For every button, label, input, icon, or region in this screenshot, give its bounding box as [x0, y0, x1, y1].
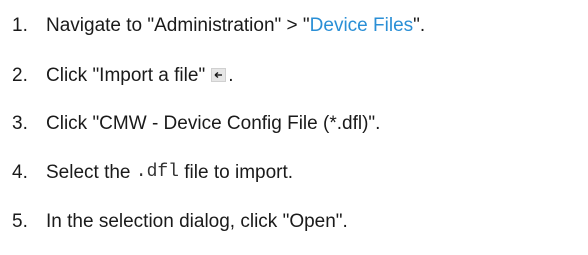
step-text: Click "Import a file" — [46, 64, 206, 86]
step-text-end: . — [228, 64, 234, 86]
step-number: 3. — [12, 112, 28, 134]
step-text: In the selection dialog, click "Open". — [46, 210, 348, 232]
file-extension-code: .dfl — [135, 162, 179, 182]
step-number: 1. — [12, 14, 28, 36]
step-text: Click "CMW - Device Config File (*.dfl)"… — [46, 112, 381, 134]
step-1: 1. Navigate to "Administration" > " Device… — [0, 10, 425, 40]
step-number: 2. — [12, 64, 28, 86]
step-4: 4. Select the .dfl file to import. — [0, 157, 293, 187]
step-text: Select the — [46, 161, 136, 183]
device-files-link[interactable]: Device Files — [310, 16, 413, 35]
step-5: 5. In the selection dialog, click "Open". — [0, 206, 348, 236]
step-2: 2. Click "Import a file". — [0, 60, 233, 90]
step-3: 3. Click "CMW - Device Config File (*.dfl… — [0, 108, 380, 138]
import-file-icon — [211, 68, 227, 82]
step-text-end: file to import. — [179, 161, 294, 183]
step-text: Navigate to "Administration" > " — [46, 14, 310, 36]
step-number: 5. — [12, 210, 28, 232]
step-number: 4. — [12, 161, 28, 183]
step-text-end: ". — [413, 14, 426, 36]
